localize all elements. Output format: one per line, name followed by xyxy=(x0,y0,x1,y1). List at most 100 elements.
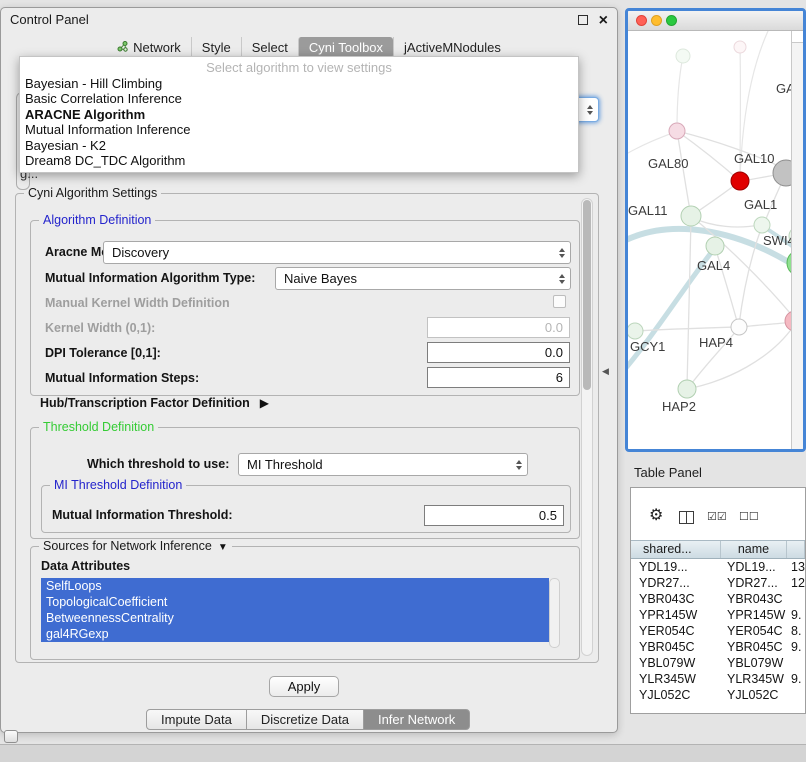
attributes-list-scrollbar[interactable] xyxy=(549,578,560,648)
column-header-extra[interactable] xyxy=(787,541,805,558)
network-node[interactable] xyxy=(678,380,696,398)
table-row[interactable]: YJL052CYJL052C xyxy=(631,687,805,703)
settings-gear-icon[interactable]: ⚙ xyxy=(649,508,663,524)
network-node[interactable] xyxy=(676,49,690,63)
close-traffic-light-icon[interactable] xyxy=(636,15,647,26)
dropdown-item-aracne-algorithm[interactable]: ARACNE Algorithm xyxy=(20,107,578,123)
mi-steps-value: 6 xyxy=(556,370,563,385)
collapsed-panel-icon[interactable] xyxy=(4,730,18,743)
deselect-all-icon[interactable]: ☐☐ xyxy=(739,509,759,525)
network-scrollbar-button[interactable] xyxy=(792,31,803,43)
network-canvas[interactable]: GAL80GALGAL10GAL11GAL1SWI4GAL4GCY1HAP4YH… xyxy=(628,31,803,449)
kernel-width-label: Kernel Width (0,1): xyxy=(45,321,155,336)
table-cell: YBR045C xyxy=(721,639,787,655)
data-attributes-label: Data Attributes xyxy=(41,559,130,574)
dropdown-item-bayesian-k2[interactable]: Bayesian - K2 xyxy=(20,138,578,154)
network-edge[interactable] xyxy=(677,56,683,129)
zoom-traffic-light-icon[interactable] xyxy=(666,15,677,26)
table-cell: YPR145W xyxy=(631,607,721,623)
data-attributes-list[interactable]: SelfLoopsTopologicalCoefficientBetweenne… xyxy=(41,578,549,648)
kernel-width-field[interactable]: 0.0 xyxy=(427,317,570,338)
attribute-item-betweennesscentrality[interactable]: BetweennessCentrality xyxy=(41,610,549,626)
collapse-down-icon[interactable]: ▼ xyxy=(218,542,228,553)
table-row[interactable]: YBR045CYBR045C9. xyxy=(631,639,805,655)
scrollbar-thumb[interactable] xyxy=(583,200,591,390)
table-cell: 9. xyxy=(787,639,805,655)
network-node[interactable] xyxy=(754,217,770,233)
table-row[interactable]: YDL19...YDL19...13 xyxy=(631,559,805,575)
manual-kernel-width-checkbox[interactable] xyxy=(553,295,566,308)
network-edge[interactable] xyxy=(628,132,675,153)
bottom-tab-impute-data[interactable]: Impute Data xyxy=(146,709,247,730)
attribute-item-gal4rgexp[interactable]: gal4RGexp xyxy=(41,626,549,642)
network-node[interactable] xyxy=(734,41,746,53)
table-panel-title: Table Panel xyxy=(634,465,702,480)
splitter-collapse-icon[interactable]: ◀ xyxy=(602,366,609,377)
table-row[interactable]: YPR145WYPR145W9. xyxy=(631,607,805,623)
select-all-icon[interactable]: ☑☑ xyxy=(707,509,727,525)
tab-select[interactable]: Select xyxy=(241,37,298,58)
column-selector-icon[interactable] xyxy=(679,511,694,524)
dropdown-prompt: Select algorithm to view settings xyxy=(20,60,578,76)
tab-style[interactable]: Style xyxy=(191,37,241,58)
hub-definition-row[interactable]: Hub/Transcription Factor Definition ▶ xyxy=(40,396,269,410)
tab-cyni-toolbox[interactable]: Cyni Toolbox xyxy=(298,37,393,58)
mi-threshold-field[interactable]: 0.5 xyxy=(424,505,564,526)
hub-definition-label: Hub/Transcription Factor Definition xyxy=(40,396,250,410)
bottom-tab-discretize-data[interactable]: Discretize Data xyxy=(246,709,364,730)
aracne-mode-select[interactable]: Discovery xyxy=(103,241,571,264)
table-cell: YJL052C xyxy=(721,687,787,703)
attribute-item-topologicalcoefficient[interactable]: TopologicalCoefficient xyxy=(41,594,549,610)
table-panel-window: ⚙ ☑☑ ☐☐ shared... name YDL19...YDL19...1… xyxy=(630,487,806,714)
combo-arrows-icon xyxy=(587,105,593,115)
close-icon[interactable]: × xyxy=(599,9,608,33)
network-graph[interactable]: GAL80GALGAL10GAL11GAL1SWI4GAL4GCY1HAP4YH… xyxy=(628,31,803,449)
network-edge[interactable] xyxy=(687,218,691,387)
network-window-titlebar[interactable] xyxy=(628,11,803,31)
table-row[interactable]: YER054CYER054C8. xyxy=(631,623,805,639)
tab-network[interactable]: Network xyxy=(107,37,191,58)
network-edge[interactable] xyxy=(677,131,691,216)
mi-threshold-group: MI Threshold Definition Mutual Informati… xyxy=(41,485,571,533)
control-panel-titlebar[interactable]: Control Panel × xyxy=(1,8,617,32)
table-row[interactable]: YDR27...YDR27...12 xyxy=(631,575,805,591)
mi-algorithm-type-value: Naive Bayes xyxy=(284,271,357,286)
attribute-item-selfloops[interactable]: SelfLoops xyxy=(41,578,549,594)
float-window-icon[interactable] xyxy=(578,15,588,25)
tab-label: Network xyxy=(133,40,181,55)
tab-jactivemnodules[interactable]: jActiveMNodules xyxy=(393,37,511,58)
mi-steps-field[interactable]: 6 xyxy=(427,367,570,388)
screen: Control Panel × Network StyleSelectCyni T… xyxy=(0,0,806,762)
mi-algorithm-type-select[interactable]: Naive Bayes xyxy=(275,267,571,290)
expand-right-icon[interactable]: ▶ xyxy=(260,396,269,410)
network-node[interactable] xyxy=(706,237,724,255)
minimize-traffic-light-icon[interactable] xyxy=(651,15,662,26)
column-header-shared[interactable]: shared... xyxy=(631,541,721,558)
network-node-label: HAP4 xyxy=(699,335,733,350)
dpi-tolerance-field[interactable]: 0.0 xyxy=(427,342,570,363)
bottom-tab-infer-network[interactable]: Infer Network xyxy=(363,709,470,730)
mi-threshold-group-title: MI Threshold Definition xyxy=(50,478,186,492)
column-header-name[interactable]: name xyxy=(721,541,787,558)
apply-button[interactable]: Apply xyxy=(269,676,339,697)
dropdown-item-mutual-information-inference[interactable]: Mutual Information Inference xyxy=(20,122,578,138)
table-row[interactable]: YBR043CYBR043C xyxy=(631,591,805,607)
network-edge[interactable] xyxy=(635,327,736,331)
table-row[interactable]: YLR345WYLR345W9. xyxy=(631,671,805,687)
network-node[interactable] xyxy=(731,172,749,190)
network-scrollbar[interactable] xyxy=(791,31,803,449)
network-node[interactable] xyxy=(669,123,685,139)
settings-group-title: Cyni Algorithm Settings xyxy=(24,186,161,200)
algorithm-definition-title: Algorithm Definition xyxy=(39,213,155,227)
network-node[interactable] xyxy=(628,323,643,339)
network-node[interactable] xyxy=(681,206,701,226)
dropdown-item-bayesian-hill-climbing[interactable]: Bayesian - Hill Climbing xyxy=(20,76,578,92)
dropdown-item-dream8-dc-tdc-algorithm[interactable]: Dream8 DC_TDC Algorithm xyxy=(20,153,578,169)
settings-scrollbar[interactable] xyxy=(581,198,593,656)
table-cell: YBL079W xyxy=(631,655,721,671)
network-node[interactable] xyxy=(731,319,747,335)
which-threshold-select[interactable]: MI Threshold xyxy=(238,453,528,476)
dropdown-item-basic-correlation-inference[interactable]: Basic Correlation Inference xyxy=(20,91,578,107)
table-row[interactable]: YBL079WYBL079W xyxy=(631,655,805,671)
network-node-label: GAL11 xyxy=(628,203,668,218)
